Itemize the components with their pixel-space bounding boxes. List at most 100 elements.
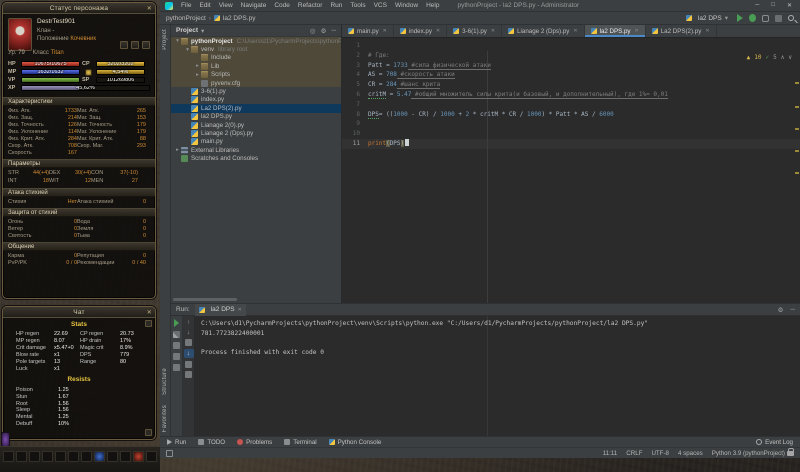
- menu-file[interactable]: File: [177, 2, 195, 9]
- hotbar-slot[interactable]: [81, 451, 92, 462]
- status-item-python-3-9-pythonproject[interactable]: Python 3.9 (pythonProject): [712, 450, 785, 457]
- sidebar-tab-project[interactable]: Project: [162, 29, 168, 50]
- project-panel-title[interactable]: Project: [176, 27, 198, 34]
- chevron-down-icon[interactable]: ▾: [184, 47, 191, 53]
- next-issue-icon[interactable]: ∨: [788, 54, 792, 61]
- rerun-button[interactable]: [174, 319, 179, 327]
- menu-tools[interactable]: Tools: [346, 2, 369, 9]
- close-tab-icon[interactable]: ✕: [705, 28, 709, 34]
- close-tab-icon[interactable]: ✕: [436, 28, 440, 34]
- code-line[interactable]: [368, 100, 792, 110]
- buff-icon[interactable]: [1, 432, 10, 447]
- char-button-2[interactable]: [131, 41, 139, 49]
- code-line[interactable]: CR = 284 #шанс крита: [368, 80, 792, 90]
- code-line[interactable]: [368, 129, 792, 139]
- code-line[interactable]: DPS= ((1000 - CR) / 1000 + 2 * critM * C…: [368, 110, 792, 120]
- stop-button[interactable]: [775, 15, 782, 22]
- inspections-widget[interactable]: ▲ 10 ✓ 5 ∧ ∨: [747, 54, 792, 61]
- minimize-icon[interactable]: ─: [755, 2, 759, 9]
- menu-refactor[interactable]: Refactor: [294, 2, 327, 9]
- hide-panel-icon[interactable]: ─: [790, 306, 795, 314]
- toolwindow-button-python-console[interactable]: Python Console: [329, 439, 382, 446]
- run-tab[interactable]: la2 DPS ✕: [195, 304, 246, 316]
- chevron-right-icon[interactable]: ▸: [194, 63, 201, 69]
- toolwindow-button-todo[interactable]: TODO: [198, 439, 225, 446]
- maximize-icon[interactable]: □: [771, 2, 775, 9]
- code-line[interactable]: AS = 708 #скорость атаки: [368, 70, 792, 80]
- status-item-4-spaces[interactable]: 4 spaces: [678, 450, 703, 457]
- toolwindow-button-problems[interactable]: Problems: [237, 439, 272, 446]
- close-tab-icon[interactable]: ✕: [238, 307, 242, 313]
- hide-panel-icon[interactable]: ─: [331, 27, 336, 34]
- stop-icon[interactable]: [173, 342, 180, 349]
- event-log-button[interactable]: Event Log: [756, 439, 793, 446]
- editor-tab-main-py[interactable]: main.py✕: [342, 25, 394, 37]
- tree-item-scratches-and-consoles[interactable]: Scratches and Consoles: [171, 154, 341, 162]
- tree-item-external-libraries[interactable]: ▸External Libraries: [171, 146, 341, 154]
- character-status-window[interactable]: Статус персонажа ✕ DestrTest901 Клан - П…: [2, 2, 156, 299]
- pin-icon[interactable]: [173, 364, 180, 371]
- hotbar-slot[interactable]: [68, 451, 79, 462]
- down-stack-icon[interactable]: ↓: [187, 329, 190, 336]
- tree-item-main-py[interactable]: main.py: [171, 138, 341, 146]
- hotbar-slot[interactable]: [146, 451, 157, 462]
- close-tab-icon[interactable]: ✕: [635, 28, 639, 34]
- tree-item-pythonproject[interactable]: ▾pythonProjectC:\Users\d1\PycharmProject…: [171, 37, 341, 45]
- status-item-11-11[interactable]: 11:11: [603, 450, 618, 457]
- tree-item-index-py[interactable]: index.py: [171, 96, 341, 104]
- scroll-to-end-icon[interactable]: ↓: [184, 349, 194, 358]
- char-button-3[interactable]: [142, 41, 150, 49]
- menu-view[interactable]: View: [215, 2, 237, 9]
- chat-window[interactable]: Чат ✕ Stats HP regen22.69CP regen20.73MP…: [2, 306, 156, 440]
- status-item-utf-8[interactable]: UTF-8: [651, 450, 669, 457]
- toolwindow-button-run[interactable]: Run: [167, 439, 186, 446]
- chat-options-button[interactable]: [145, 429, 152, 436]
- horizontal-scrollbar[interactable]: [173, 298, 237, 301]
- tree-item-3-6-1-py[interactable]: 3-6(1).py: [171, 87, 341, 95]
- code-line[interactable]: critM = 5.47 #общий множитель силы крита…: [368, 90, 792, 100]
- close-icon[interactable]: ✕: [787, 2, 792, 9]
- hotbar-slot[interactable]: [120, 451, 131, 462]
- chevron-right-icon[interactable]: ▸: [194, 72, 201, 78]
- code-line[interactable]: print(DPS): [368, 139, 792, 149]
- menu-code[interactable]: Code: [270, 2, 294, 9]
- sidebar-tab-favorites[interactable]: Favorites: [162, 405, 168, 432]
- tree-item-la2-dps-2-py[interactable]: La2 DPS(2).py: [171, 104, 341, 112]
- code-editor[interactable]: 1234567891011 # Где:Patt = 1733 #сила фи…: [342, 38, 800, 303]
- search-icon[interactable]: [788, 15, 794, 21]
- tree-item-lib[interactable]: ▸Lib: [171, 62, 341, 70]
- close-tab-icon[interactable]: ✕: [491, 28, 495, 34]
- debug-button[interactable]: [749, 14, 756, 22]
- gear-icon[interactable]: ⚙: [321, 27, 327, 35]
- menu-edit[interactable]: Edit: [195, 2, 214, 9]
- run-button[interactable]: [737, 14, 743, 22]
- menu-vcs[interactable]: VCS: [370, 2, 391, 9]
- editor-tab-index-py[interactable]: index.py✕: [394, 25, 447, 37]
- tree-item-venv[interactable]: ▾venvlibrary root: [171, 45, 341, 53]
- chevron-right-icon[interactable]: ▸: [174, 147, 181, 153]
- hotbar-slot[interactable]: [133, 451, 144, 462]
- chevron-down-icon[interactable]: ▾: [174, 38, 181, 44]
- tree-item-include[interactable]: Include: [171, 54, 341, 62]
- tree-item-lianage-2-dps-py[interactable]: Lianage 2 (Dps).py: [171, 129, 341, 137]
- char-button-1[interactable]: [120, 41, 128, 49]
- tree-item-scripts[interactable]: ▸Scripts: [171, 71, 341, 79]
- gear-icon[interactable]: ⚙: [778, 306, 784, 314]
- chat-expand-button[interactable]: [145, 320, 152, 327]
- hotbar-slot[interactable]: [16, 451, 27, 462]
- breadcrumb-item-pythonproject[interactable]: pythonProject: [166, 15, 206, 22]
- editor-tab-lianage-2-dps-py[interactable]: Lianage 2 (Dps).py✕: [502, 25, 584, 37]
- menu-window[interactable]: Window: [391, 2, 422, 9]
- menu-run[interactable]: Run: [326, 2, 346, 9]
- hotbar-slot[interactable]: [42, 451, 53, 462]
- code-line[interactable]: [368, 119, 792, 129]
- breadcrumb-item-la2-dps-py[interactable]: la2 DPS.py: [223, 15, 256, 22]
- tree-item-la2-dps-py[interactable]: la2 DPS.py: [171, 113, 341, 121]
- code-line[interactable]: # Где:: [368, 51, 792, 61]
- close-icon[interactable]: ✕: [147, 309, 152, 316]
- restore-layout-icon[interactable]: [173, 353, 180, 360]
- settings-icon[interactable]: [173, 331, 180, 338]
- lock-icon[interactable]: [787, 451, 794, 456]
- hotbar-slot[interactable]: [94, 451, 105, 462]
- clear-console-icon[interactable]: [185, 371, 192, 378]
